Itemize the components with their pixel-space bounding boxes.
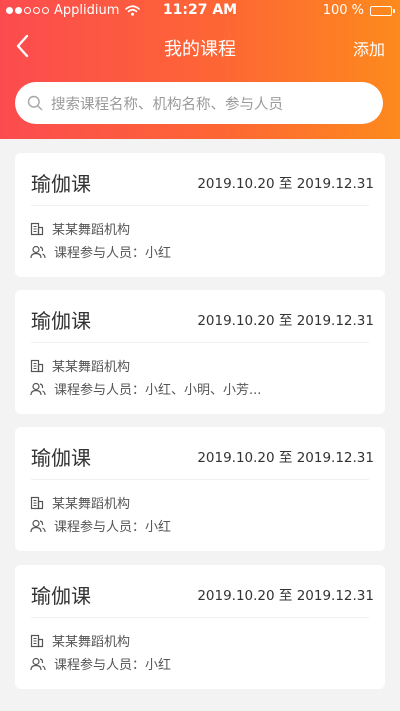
course-organization: 某某舞蹈机构	[52, 223, 131, 238]
battery-icon	[370, 5, 395, 16]
course-card[interactable]: 瑜伽课 2019.10.20 至 2019.12.31 某某舞蹈机构 课程参与人…	[15, 565, 385, 689]
search-placeholder: 搜索课程名称、机构名称、参与人员	[51, 96, 283, 113]
course-members: 课程参与人员：小红	[54, 520, 172, 535]
course-members-row: 课程参与人员：小红	[30, 654, 171, 673]
header: Applidium 11:27 AM 100 % 我的课程 添加 搜索课程名称、…	[0, 0, 400, 139]
course-date-range: 2019.10.20 至 2019.12.31	[197, 176, 374, 192]
course-title: 瑜伽课	[31, 172, 91, 196]
card-divider	[31, 479, 369, 480]
course-date-range: 2019.10.20 至 2019.12.31	[197, 450, 374, 466]
course-members-row: 课程参与人员：小红	[30, 516, 171, 535]
course-date-range: 2019.10.20 至 2019.12.31	[197, 588, 374, 604]
course-organization-row: 某某舞蹈机构	[30, 631, 130, 650]
course-title: 瑜伽课	[31, 309, 91, 333]
course-date-range: 2019.10.20 至 2019.12.31	[197, 313, 374, 329]
course-organization: 某某舞蹈机构	[52, 497, 131, 512]
add-button[interactable]: 添加	[353, 36, 385, 60]
course-organization-row: 某某舞蹈机构	[30, 219, 130, 238]
course-title: 瑜伽课	[31, 584, 91, 608]
search-icon	[27, 95, 43, 111]
course-card[interactable]: 瑜伽课 2019.10.20 至 2019.12.31 某某舞蹈机构 课程参与人…	[15, 153, 385, 277]
users-icon	[30, 657, 46, 670]
course-members: 课程参与人员：小红	[54, 246, 172, 261]
course-members-row: 课程参与人员：小红	[30, 242, 171, 261]
building-icon	[30, 634, 44, 647]
nav-bar: 我的课程 添加	[0, 26, 400, 66]
users-icon	[30, 245, 46, 258]
building-icon	[30, 359, 44, 372]
users-icon	[30, 519, 46, 532]
page-title: 我的课程	[164, 39, 236, 60]
status-bar: Applidium 11:27 AM 100 %	[0, 0, 400, 22]
course-members: 课程参与人员：小红、小明、小芳...	[54, 383, 262, 398]
search-input[interactable]: 搜索课程名称、机构名称、参与人员	[15, 82, 383, 124]
status-right: 100 %	[322, 3, 395, 18]
card-divider	[31, 342, 369, 343]
course-title: 瑜伽课	[31, 446, 91, 470]
course-members-row: 课程参与人员：小红、小明、小芳...	[30, 379, 261, 398]
users-icon	[30, 382, 46, 395]
course-card[interactable]: 瑜伽课 2019.10.20 至 2019.12.31 某某舞蹈机构 课程参与人…	[15, 427, 385, 551]
battery-percent: 100 %	[322, 3, 364, 18]
course-organization-row: 某某舞蹈机构	[30, 356, 130, 375]
card-divider	[31, 617, 369, 618]
course-members: 课程参与人员：小红	[54, 658, 172, 673]
course-card[interactable]: 瑜伽课 2019.10.20 至 2019.12.31 某某舞蹈机构 课程参与人…	[15, 290, 385, 414]
card-divider	[31, 205, 369, 206]
course-organization: 某某舞蹈机构	[52, 360, 131, 375]
building-icon	[30, 496, 44, 509]
course-organization: 某某舞蹈机构	[52, 635, 131, 650]
course-organization-row: 某某舞蹈机构	[30, 493, 130, 512]
building-icon	[30, 222, 44, 235]
